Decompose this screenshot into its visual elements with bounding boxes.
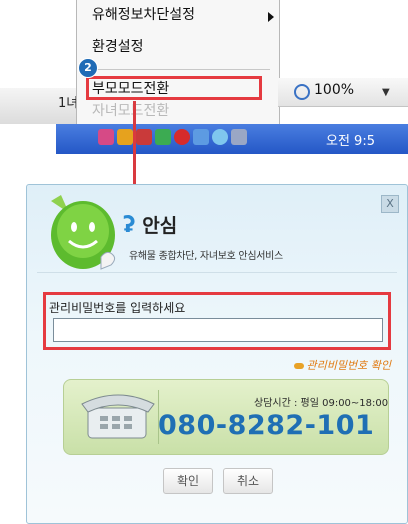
menu-item-child-mode: 자녀모드전환 — [92, 103, 170, 119]
telephone-icon — [81, 394, 155, 439]
submenu-arrow-icon — [268, 12, 274, 22]
network-icon[interactable] — [193, 129, 209, 145]
taskbar-clock: 오전 9:5 — [326, 134, 375, 149]
clock-app-icon[interactable] — [117, 129, 133, 145]
anshim-tray-icon[interactable] — [212, 129, 228, 145]
highlight-box-parent-mode — [86, 76, 262, 100]
cancel-button[interactable]: 취소 — [223, 468, 273, 494]
brand-subtitle: 유해물 종합차단, 자녀보호 안심서비스 — [129, 251, 283, 262]
support-call-panel: 상담시간 : 평일 09:00~18:00 080-8282-101 — [63, 379, 389, 455]
menu-item-content-filter-settings[interactable]: 유해정보차단설정 — [92, 4, 195, 24]
taskbar: 오전 9:5 — [56, 124, 408, 154]
brand-name: 안심 — [142, 215, 178, 237]
password-confirm-label: 관리비밀번호 확인 — [306, 359, 391, 372]
ok-button[interactable]: 확인 — [163, 468, 213, 494]
menu-separator — [84, 69, 270, 70]
smiley-mascot-icon — [51, 195, 116, 270]
volume-icon[interactable] — [231, 129, 247, 145]
support-phone-number: 080-8282-101 — [158, 410, 375, 441]
zoom-level[interactable]: 100% — [314, 82, 354, 98]
c-app-icon[interactable] — [174, 129, 190, 145]
anshim-logo-icon: ʡ — [123, 213, 136, 238]
step-number-badge: 2 — [78, 58, 98, 78]
chevron-down-icon[interactable]: ▼ — [382, 87, 390, 98]
close-button[interactable]: X — [381, 195, 399, 213]
key-icon — [293, 363, 304, 369]
parent-mode-dialog: X ʡ 안심 유해물 종합차단, 자녀보호 안심서비스 관리비밀번호를 입력하세… — [26, 184, 408, 524]
tray-app-icon[interactable] — [98, 129, 114, 145]
title-divider — [37, 272, 397, 273]
brand-logo: ʡ 안심 — [123, 211, 177, 238]
green-app-icon[interactable] — [155, 129, 171, 145]
password-confirm-link[interactable]: 관리비밀번호 확인 — [293, 357, 391, 373]
status-zoom-bar: 100% ▼ — [278, 78, 408, 107]
tray-icons — [98, 129, 247, 145]
menu-item-preferences[interactable]: 환경설정 — [92, 36, 144, 56]
pencil-icon[interactable] — [136, 129, 152, 145]
support-hours: 상담시간 : 평일 09:00~18:00 — [254, 398, 389, 409]
password-label: 관리비밀번호를 입력하세요 — [49, 301, 186, 315]
password-input[interactable] — [53, 318, 383, 342]
zoom-icon[interactable] — [294, 84, 310, 100]
